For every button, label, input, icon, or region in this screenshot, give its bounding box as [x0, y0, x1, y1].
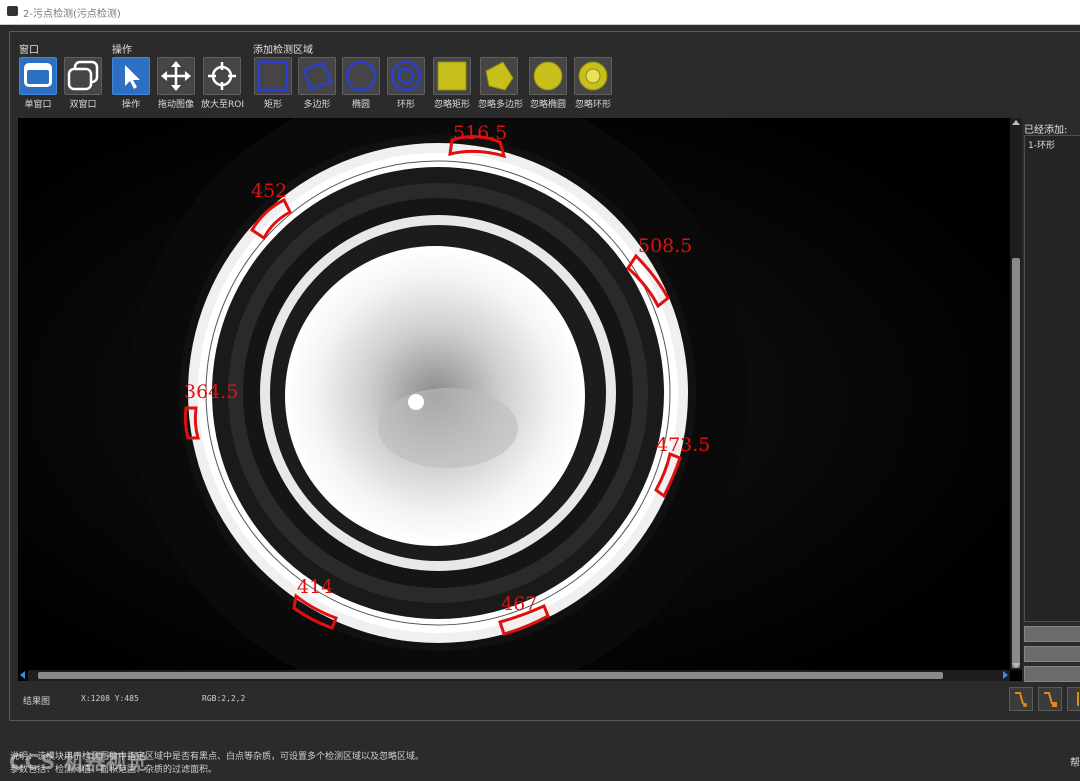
ignore-ellipse-button[interactable]: 忽略椭圆 — [527, 57, 569, 110]
sidebar-button-1[interactable] — [1024, 626, 1080, 642]
ignore-polygon-icon — [480, 57, 518, 95]
plus-icon — [1077, 692, 1079, 706]
ring-label: 环形 — [396, 100, 415, 110]
horizontal-scrollbar[interactable] — [20, 670, 1010, 681]
ring-icon — [387, 57, 425, 95]
zoom-roi-label: 放大至ROI — [201, 100, 244, 110]
single-window-button[interactable]: 单窗口 — [17, 57, 59, 110]
ring-button[interactable]: 环形 — [385, 57, 427, 110]
annotation-label: 364.5 — [184, 381, 238, 403]
vertical-scrollbar[interactable] — [1010, 118, 1022, 670]
view-name: 结果图 — [23, 697, 51, 707]
ellipse-icon — [342, 57, 380, 95]
annotation-label: 508.5 — [638, 235, 692, 257]
sidebar-button-3[interactable] — [1024, 666, 1080, 682]
ellipse-label: 椭圆 — [351, 100, 370, 110]
zoom-roi-button[interactable]: 放大至ROI — [201, 57, 244, 110]
ignore-ellipse-icon — [529, 57, 567, 95]
added-regions-list[interactable]: 1-环形 — [1024, 135, 1080, 622]
ignore-rectangle-label: 忽略矩形 — [433, 100, 470, 110]
scroll-up-icon[interactable] — [1012, 120, 1020, 125]
app-icon — [7, 6, 18, 16]
polygon-icon — [298, 57, 336, 95]
group-label-add-region: 添加检测区域 — [253, 45, 313, 56]
image-view[interactable]: 516.5 452 508.5 364.5 473.5 414 467 — [18, 118, 1022, 681]
cursor-coords: X:1208 Y:485 — [81, 694, 139, 703]
move-icon — [157, 57, 195, 95]
inspection-image: 516.5 452 508.5 364.5 473.5 414 467 — [18, 118, 1022, 681]
annotation-label: 473.5 — [656, 434, 710, 456]
rectangle-button[interactable]: 矩形 — [252, 57, 294, 110]
drag-image-button[interactable]: 拖动图像 — [155, 57, 197, 110]
dual-window-button[interactable]: 双窗口 — [62, 57, 104, 110]
operate-button[interactable]: 操作 — [110, 57, 152, 110]
scroll-right-icon[interactable] — [1003, 671, 1008, 679]
watermark: CCS 机器视觉 — [9, 750, 149, 774]
ignore-ring-icon — [574, 57, 612, 95]
operate-label: 操作 — [121, 100, 140, 110]
horizontal-scroll-thumb[interactable] — [38, 672, 943, 679]
rectangle-icon — [254, 57, 292, 95]
annotation-label: 516.5 — [453, 122, 507, 144]
ignore-rectangle-icon — [433, 57, 471, 95]
rectangle-label: 矩形 — [263, 100, 282, 110]
annotation-label: 467 — [501, 593, 537, 615]
annotation-label: 414 — [297, 576, 333, 598]
ignore-ring-button[interactable]: 忽略环形 — [572, 57, 614, 110]
link-in-icon — [1015, 692, 1027, 707]
drag-image-label: 拖动图像 — [157, 100, 194, 110]
vertical-scroll-thumb[interactable] — [1012, 258, 1020, 668]
ignore-polygon-button[interactable]: 忽略多边形 — [478, 57, 524, 110]
window-title: 2-污点检测(污点检测) — [23, 9, 121, 20]
link-out-button[interactable] — [1038, 687, 1062, 711]
cursor-icon — [112, 57, 150, 95]
dual-window-label: 双窗口 — [69, 100, 97, 110]
ignore-ellipse-label: 忽略椭圆 — [529, 100, 566, 110]
list-item[interactable]: 1-环形 — [1025, 136, 1080, 153]
ellipse-button[interactable]: 椭圆 — [340, 57, 382, 110]
single-window-icon — [19, 57, 57, 95]
single-window-label: 单窗口 — [24, 100, 52, 110]
title-bar: 2-污点检测(污点检测) — [0, 0, 1080, 25]
pixel-rgb: RGB:2,2,2 — [202, 694, 246, 703]
polygon-label: 多边形 — [303, 100, 331, 110]
group-label-window: 窗口 — [19, 45, 39, 56]
scroll-left-icon[interactable] — [20, 671, 25, 679]
annotation-label: 452 — [251, 180, 287, 202]
crosshair-icon — [203, 57, 241, 95]
scroll-down-icon[interactable] — [1012, 663, 1020, 668]
dual-window-icon — [64, 57, 102, 95]
add-link-button[interactable] — [1067, 687, 1080, 711]
sidebar-button-2[interactable] — [1024, 646, 1080, 662]
group-label-operation: 操作 — [112, 45, 132, 56]
link-out-icon — [1044, 692, 1057, 707]
ignore-ring-label: 忽略环形 — [574, 100, 611, 110]
link-in-button[interactable] — [1009, 687, 1033, 711]
added-regions-label: 已经添加: — [1024, 125, 1068, 136]
ignore-rectangle-button[interactable]: 忽略矩形 — [431, 57, 473, 110]
ignore-polygon-label: 忽略多边形 — [478, 100, 524, 110]
help-button-fragment[interactable]: 帮 — [1070, 754, 1080, 769]
polygon-button[interactable]: 多边形 — [296, 57, 338, 110]
